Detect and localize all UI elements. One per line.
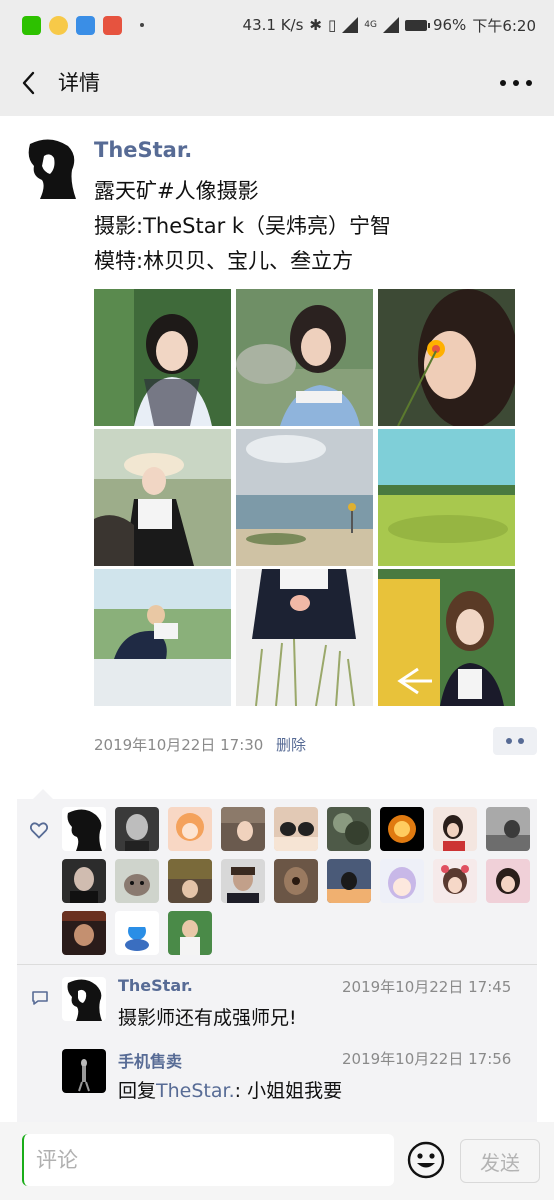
clock: 下午6:20 [472,16,536,35]
liker-avatar[interactable] [115,911,159,955]
liker-avatar[interactable] [380,807,424,851]
liker-avatar[interactable] [62,807,106,851]
heart-icon [30,822,48,839]
app-icon [76,15,95,35]
liker-avatar[interactable] [115,807,159,851]
interaction-panel: TheStar. 2019年10月22日 17:45 摄影师还有成强师兄! 手机… [17,789,537,1122]
post-timestamp: 2019年10月22日 17:30 [94,736,264,754]
photo-2[interactable] [236,289,373,426]
weibo-icon [103,15,122,35]
comment-icon [32,991,48,1005]
photo-5[interactable] [236,429,373,566]
wechat-icon [22,15,41,35]
liker-avatar[interactable] [168,859,212,903]
liker-avatar[interactable] [221,807,265,851]
more-notifications-dot [140,23,144,27]
top-navigation-bar: 详情 [0,50,554,116]
signal-icon [342,17,359,33]
comment-input[interactable] [22,1134,394,1186]
liker-avatar[interactable] [115,859,159,903]
comment-text: 摄影师还有成强师兄! [118,1007,297,1029]
reply-prefix: 回复 [118,1080,157,1102]
liker-avatar[interactable] [168,807,212,851]
comment-author[interactable]: TheStar. [118,976,193,995]
send-button[interactable]: 发送 [460,1139,540,1183]
liker-avatar[interactable] [433,807,477,851]
photo-9[interactable] [378,569,515,706]
photo-1[interactable] [94,289,231,426]
qq-icon [49,15,68,35]
comment-avatar[interactable] [62,977,106,1021]
bluetooth-icon: ✱ [309,16,322,34]
liker-avatar[interactable] [62,911,106,955]
photo-4[interactable] [94,429,231,566]
post-line-2: 摄影:TheStar k（吴炜亮）宁智 [94,214,392,238]
vibrate-icon: ▯ [328,16,337,34]
page-title: 详情 [58,71,100,95]
liker-avatar[interactable] [327,807,371,851]
post-line-3: 模特:林贝贝、宝儿、叁立方 [94,249,354,273]
liker-avatar[interactable] [62,859,106,903]
liker-avatar[interactable] [168,911,212,955]
liker-avatar[interactable] [221,859,265,903]
comment-input-bar: 发送 [0,1122,554,1200]
photo-grid [94,289,516,706]
comment-time: 2019年10月22日 17:56 [342,1050,512,1068]
reply-body: : 小姐姐我要 [234,1080,343,1102]
comment-time: 2019年10月22日 17:45 [342,978,512,996]
liker-avatar[interactable] [433,859,477,903]
post-author-name[interactable]: TheStar. [94,138,192,162]
battery-icon [404,19,430,31]
liker-avatar[interactable] [274,859,318,903]
photo-7[interactable] [94,569,231,706]
post-line-1: 露天矿#人像摄影 [94,179,259,203]
notification-icons [22,15,144,35]
liker-avatar[interactable] [380,859,424,903]
comment-author[interactable]: 手机售卖 [118,1048,182,1072]
likes-comments-divider [17,964,537,965]
emoji-icon[interactable] [406,1140,446,1180]
delete-link[interactable]: 删除 [276,734,306,755]
photo-8[interactable] [236,569,373,706]
network-speed: 43.1 K/s [242,16,304,34]
photo-6[interactable] [378,429,515,566]
liker-avatar[interactable] [486,807,530,851]
back-arrow-icon[interactable] [18,69,42,97]
liker-avatar[interactable] [274,807,318,851]
liker-avatar[interactable] [486,859,530,903]
reply-to-name[interactable]: TheStar. [156,1080,235,1102]
status-bar: 43.1 K/s ✱ ▯ 4G 96% 下午6:20 [0,0,554,50]
signal-icon-2 [382,17,399,33]
liker-avatar[interactable] [327,859,371,903]
author-avatar[interactable] [20,136,83,199]
battery-level: 96% [432,16,467,34]
4g-icon: 4G [364,20,377,30]
post-text: 露天矿#人像摄影 摄影:TheStar k（吴炜亮）宁智 模特:林贝贝、宝儿、叁… [94,174,391,279]
photo-3[interactable] [378,289,515,426]
comment-avatar[interactable] [62,1049,106,1093]
comment-reply-text: 回复TheStar.: 小姐姐我要 [118,1076,342,1103]
more-options-icon[interactable] [500,70,532,96]
like-comment-menu-button[interactable] [493,727,537,755]
